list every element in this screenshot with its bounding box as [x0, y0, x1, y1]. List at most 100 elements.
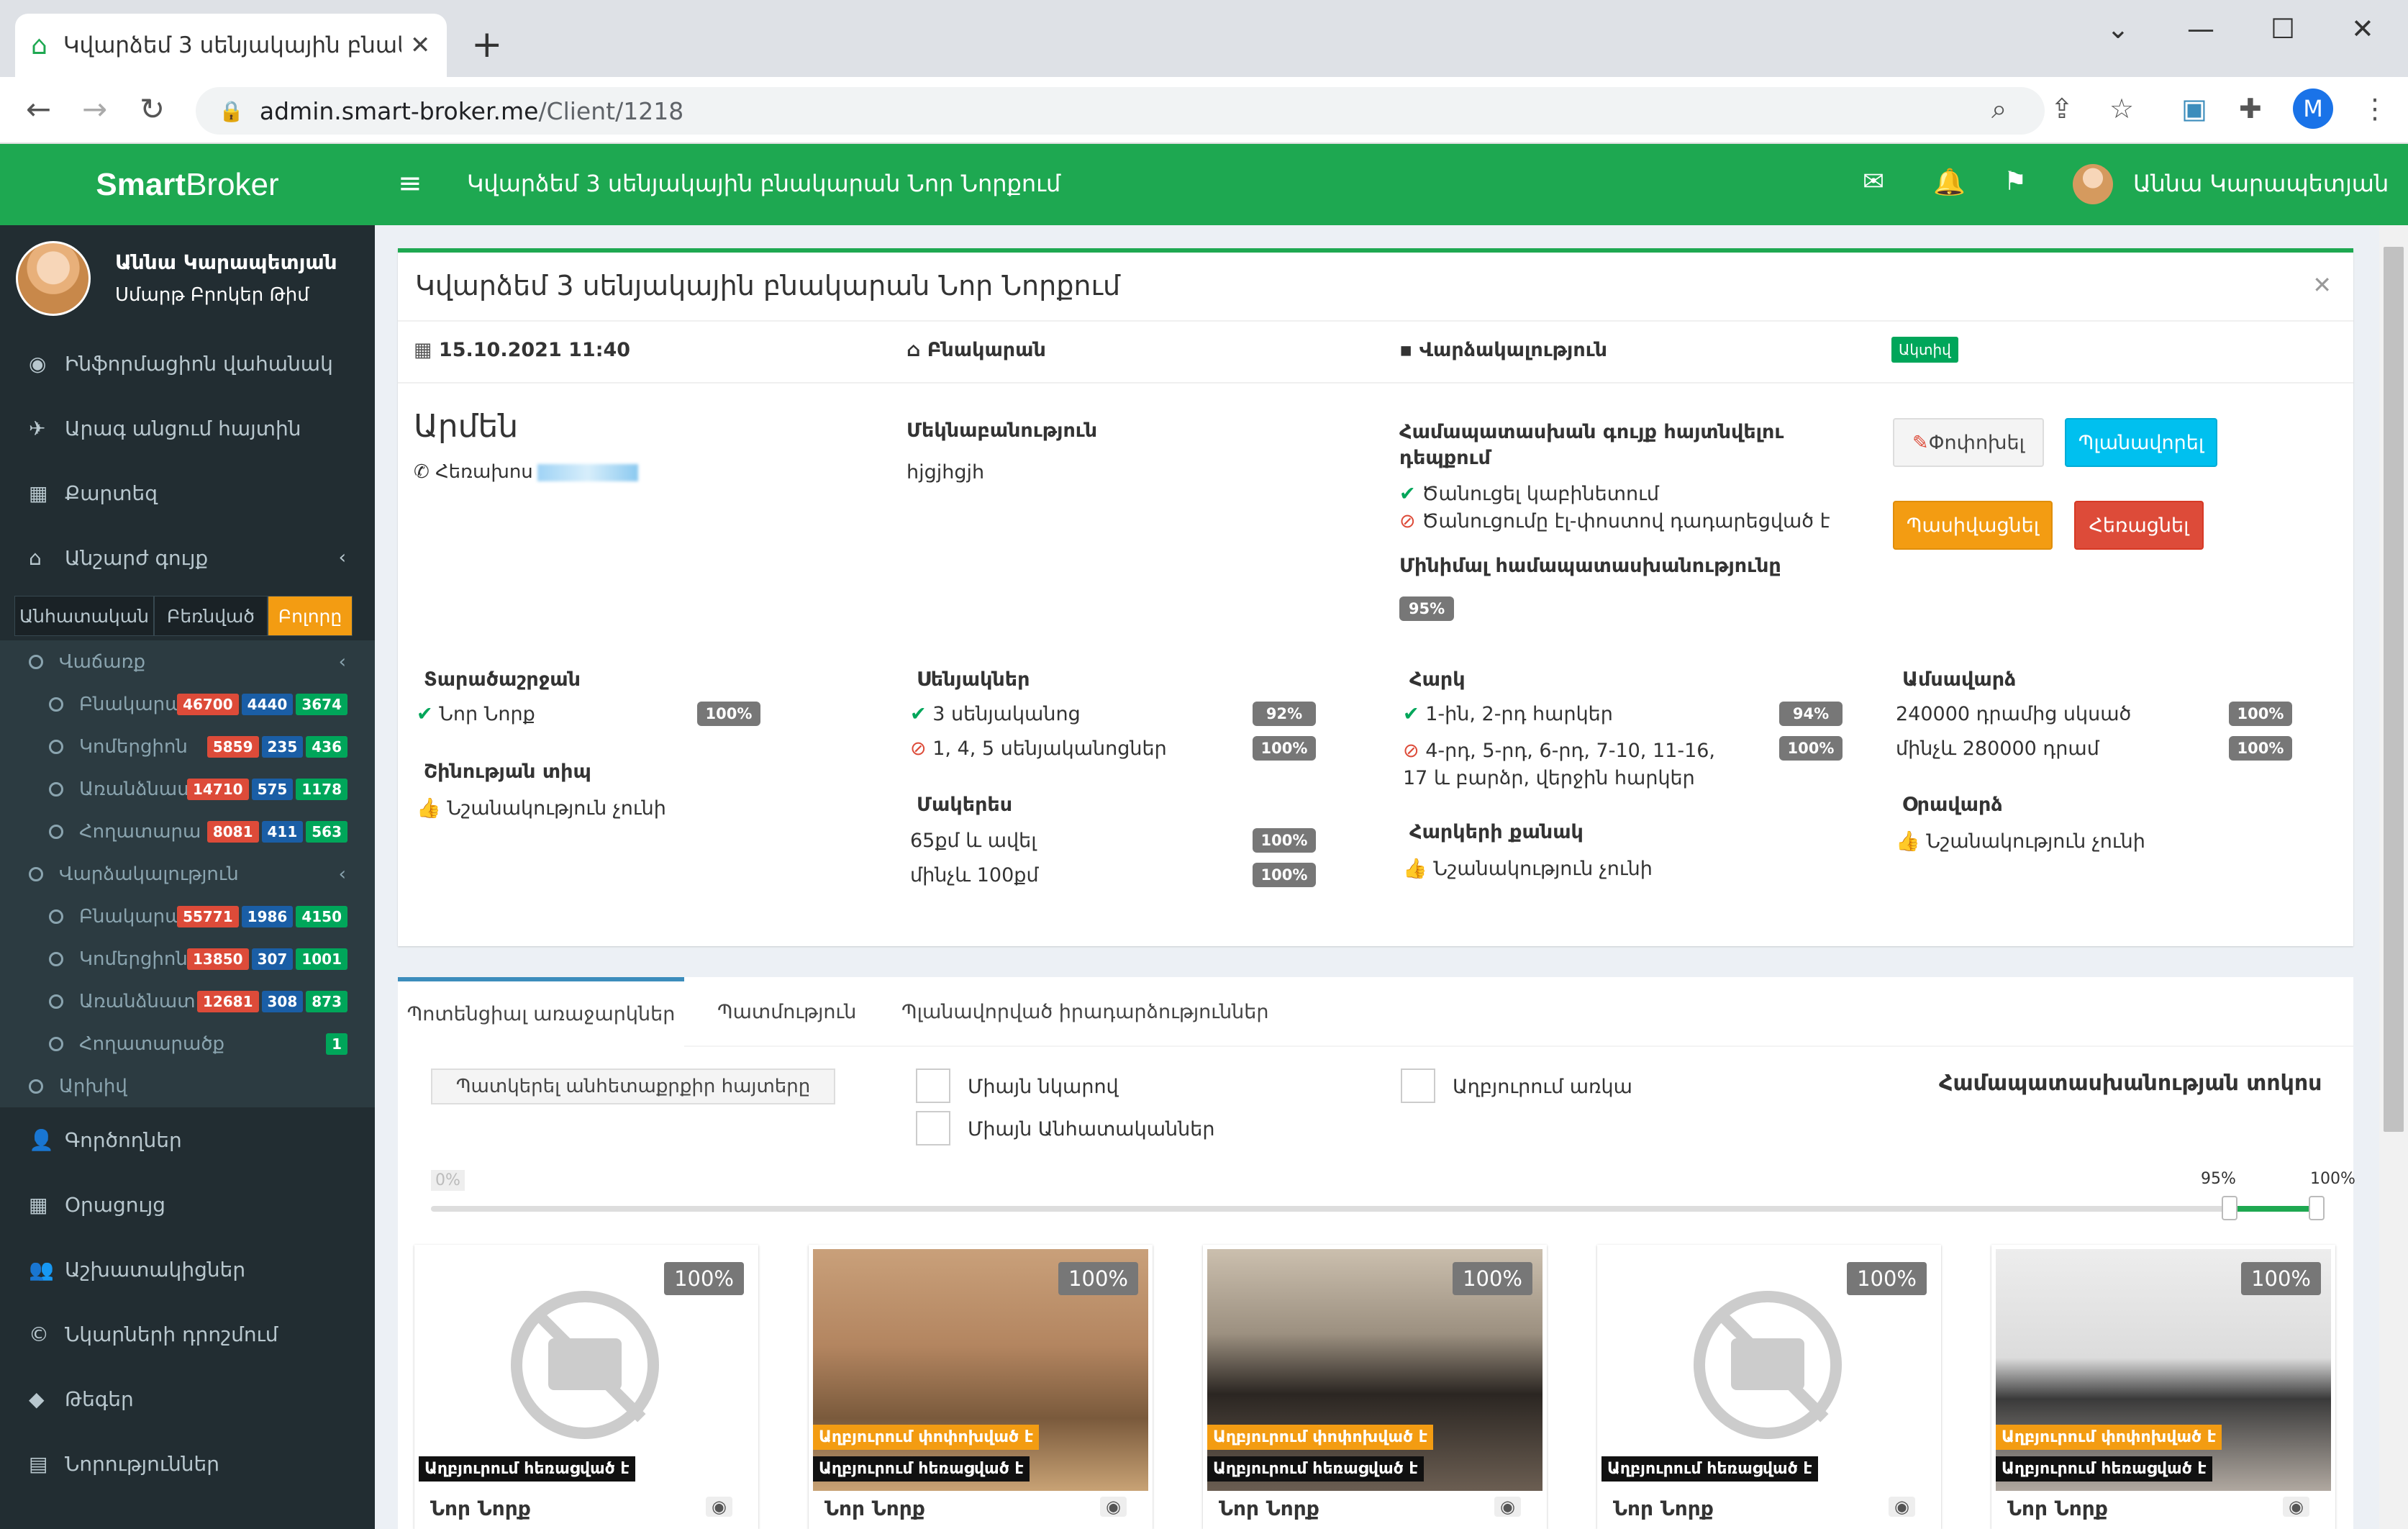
tab-potential-offers[interactable]: Պոտենցիալ առաջարկներ	[398, 977, 684, 1047]
range-track[interactable]	[431, 1196, 2325, 1220]
listing-title[interactable]: Նոր Նորք	[824, 1497, 925, 1520]
header-avatar[interactable]	[2073, 164, 2113, 204]
sidebar-item-rent-apartment[interactable]: Բնակարան 55771 1986 4150	[0, 895, 375, 938]
sidebar-item-map[interactable]: ▦ Քարտեզ	[0, 460, 375, 525]
envelope-icon[interactable]: ✉	[1863, 167, 1884, 196]
sidebar-item-rent-land[interactable]: Հողատարածք 1	[0, 1022, 375, 1065]
count-badge: 575	[251, 778, 294, 800]
segment-private[interactable]: Անհատական	[14, 596, 154, 636]
count-badge: 14710	[186, 778, 249, 800]
profile-avatar[interactable]: M	[2293, 89, 2333, 129]
deactivate-button[interactable]: Պասիվացնել	[1893, 501, 2053, 550]
flag-icon[interactable]: ⚑	[2004, 167, 2027, 196]
match-percent-badge: 100%	[1453, 1262, 1532, 1295]
sidebar-item-watermark[interactable]: © Նկարների դրոշմում	[0, 1302, 375, 1366]
share-icon[interactable]: ⇪	[2050, 93, 2073, 124]
match-badge: 100%	[2229, 736, 2292, 761]
sidebar-item-rent-house[interactable]: Առանձնատուն12681308873	[0, 980, 375, 1022]
listing-title[interactable]: Նոր Նորք	[430, 1497, 531, 1520]
reload-icon[interactable]: ↻	[140, 91, 165, 127]
tab-close-icon[interactable]: ✕	[410, 31, 431, 60]
hide-eye-icon[interactable]: ◉	[706, 1497, 732, 1517]
hide-eye-icon[interactable]: ◉	[2283, 1497, 2309, 1517]
listing-card[interactable]: 100% Աղբյուրում փոփոխված է Աղբյուրում հեռա…	[1203, 1245, 1547, 1529]
new-tab-button[interactable]: +	[471, 26, 503, 63]
zoom-icon[interactable]: ⌕	[1991, 93, 2007, 125]
listing-title[interactable]: Նոր Նորք	[1219, 1497, 1319, 1520]
listing-card[interactable]: 100% Աղբյուրում փոփոխված է Աղբյուրում հեռա…	[809, 1245, 1153, 1529]
price-label: Ամսավարձ	[1902, 668, 2017, 691]
briefcase-icon: ▪	[1399, 339, 1419, 361]
copy-uninteresting-button[interactable]: Պատկերել անհետաքրքիր հայտերը	[431, 1069, 835, 1104]
header-user-name[interactable]: Աննա Կարապետյան	[2133, 170, 2389, 197]
client-phone[interactable]: ✆ Հեռախոս	[414, 461, 638, 483]
sidebar-item-employees[interactable]: 👥 Աշխատակիցներ	[0, 1237, 375, 1302]
page-scrollbar[interactable]	[2379, 225, 2408, 1529]
match-badge: 94%	[1779, 702, 1843, 726]
sidebar-item-sale[interactable]: Վաճառք ‹	[0, 640, 375, 683]
sidebar-item-sale-land[interactable]: Հողատարածք8081411563	[0, 810, 375, 853]
segment-all[interactable]: Բոլորը	[268, 596, 353, 636]
source-available-checkbox[interactable]	[1401, 1069, 1435, 1103]
sidebar-item-sale-commercial[interactable]: Կոմերցիոն 5859 235 436	[0, 725, 375, 768]
scrollbar-thumb[interactable]	[2384, 247, 2404, 1132]
circle-icon	[49, 739, 63, 754]
sidebar-item-rent-commercial[interactable]: Կոմերցիոն 13850 307 1001	[0, 938, 375, 980]
tab-history[interactable]: Պատմություն	[717, 977, 856, 1047]
listing-title[interactable]: Նոր Նորք	[2007, 1497, 2108, 1520]
only-photo-label: Միայն նկարով	[968, 1076, 1119, 1098]
count-badge: 8081	[206, 820, 259, 843]
edit-button[interactable]: ✎ Փոփոխել	[1893, 418, 2044, 467]
listing-card[interactable]: 100% Աղբյուրում փոփոխված է Աղբյուրում հեռա…	[1991, 1245, 2335, 1529]
circle-icon	[29, 866, 43, 881]
back-icon[interactable]: ←	[26, 91, 51, 127]
delete-button[interactable]: Հեռացնել	[2074, 501, 2204, 550]
bell-icon[interactable]: 🔔	[1933, 167, 1966, 197]
tab-search-icon[interactable]: ⌄	[2107, 13, 2130, 45]
sidebar-item-tags[interactable]: ◆ Թեգեր	[0, 1366, 375, 1431]
hamburger-menu-icon[interactable]: ≡	[398, 167, 422, 200]
sidebar-item-quick-go[interactable]: ✈ Արագ անցում հայտին	[0, 396, 375, 460]
match-badge: 100%	[1253, 736, 1316, 761]
bookmark-star-icon[interactable]: ☆	[2109, 93, 2134, 124]
sidebar-item-rent[interactable]: Վարձակալություն ‹	[0, 853, 375, 895]
sidebar-item-dashboard[interactable]: ◉ Ինֆորմացիոն վահանակ	[0, 331, 375, 396]
browser-tab[interactable]: ⌂ Կվարձեմ 3 սենյակային բնակարան Նոր Նորք…	[15, 14, 447, 77]
sidebar-item-real-estate[interactable]: ⌂ Անշարժ գույք ‹	[0, 525, 375, 590]
user-icon: 👤	[29, 1128, 54, 1152]
close-window-button[interactable]: ✕	[2351, 13, 2374, 45]
listing-card[interactable]: 100% Աղբյուրում հեռացված է Նոր Նորք ◉	[414, 1245, 758, 1529]
sidebar-item-sale-house[interactable]: Առանձնատուն147105751178	[0, 768, 375, 810]
listing-title[interactable]: Նոր Նորք	[1613, 1497, 1714, 1520]
address-bar[interactable]: 🔒 admin.smart-broker.me/Client/1218	[196, 87, 2045, 135]
only-private-checkbox[interactable]	[916, 1111, 950, 1145]
browser-menu-icon[interactable]: ⋮	[2361, 93, 2389, 124]
sidebar-item-calendar[interactable]: ▦ Օրացույց	[0, 1172, 375, 1237]
forward-icon[interactable]: →	[82, 91, 107, 127]
maximize-button[interactable]: ☐	[2271, 13, 2295, 45]
segment-loaded[interactable]: Բեռնված	[154, 596, 268, 636]
extensions-puzzle-icon[interactable]: ✚	[2239, 93, 2262, 124]
sidebar-item-agents[interactable]: 👤 Գործողներ	[0, 1107, 375, 1172]
comment-label: Մեկնաբանություն	[907, 419, 1098, 442]
check-icon: ✔	[1399, 483, 1422, 505]
listing-card[interactable]: 100% Աղբյուրում հեռացված է Նոր Նորք ◉	[1597, 1245, 1941, 1529]
plan-button[interactable]: Պլանավորել	[2065, 418, 2217, 467]
range-high-handle[interactable]	[2309, 1196, 2325, 1220]
hide-eye-icon[interactable]: ◉	[1494, 1497, 1521, 1517]
hide-eye-icon[interactable]: ◉	[1100, 1497, 1127, 1517]
floor-no: ⊘ 4-րդ, 5-րդ, 6-րդ, 7-10, 11-16, 17 և բա…	[1403, 740, 1716, 789]
hide-eye-icon[interactable]: ◉	[1889, 1497, 1915, 1517]
sidebar-item-archive[interactable]: Արխիվ	[0, 1065, 375, 1107]
sidebar-item-news[interactable]: ▤ Նորություններ	[0, 1431, 375, 1496]
minimize-button[interactable]: —	[2187, 13, 2214, 45]
app-logo[interactable]: Smart Broker	[0, 144, 375, 225]
sidebar-item-sale-apartment[interactable]: Բնակարան 46700 4440 3674	[0, 683, 375, 725]
tab-planned-events[interactable]: Պլանավորված իրադարձություններ	[901, 977, 1268, 1047]
building-type-label: Շինության տիպ	[424, 761, 591, 783]
extension-cast-icon[interactable]: ▣	[2181, 93, 2207, 124]
range-low-handle[interactable]	[2222, 1196, 2238, 1220]
only-photo-checkbox[interactable]	[916, 1069, 950, 1103]
close-icon[interactable]: ✕	[2312, 271, 2332, 299]
chevron-left-icon: ‹	[338, 650, 346, 673]
